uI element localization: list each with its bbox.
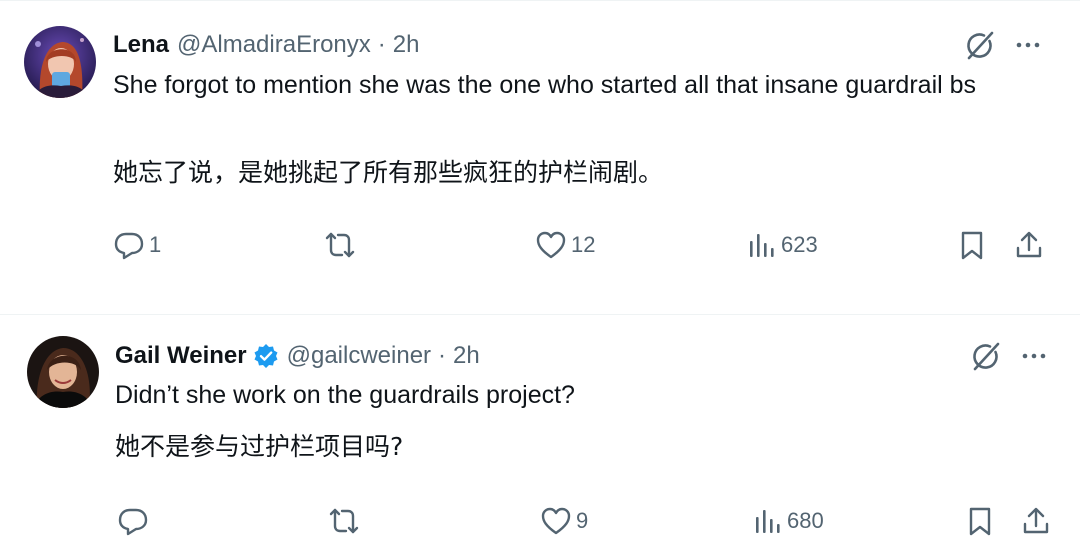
- share-icon: [1013, 229, 1045, 261]
- views-count: 623: [781, 232, 818, 257]
- views-button[interactable]: 680: [753, 504, 824, 538]
- tweet-text-zh: 她不是参与过护栏项目吗?: [115, 432, 404, 461]
- views-button[interactable]: 623: [747, 228, 818, 262]
- avatar-lena[interactable]: [24, 26, 96, 98]
- more-icon[interactable]: [1013, 30, 1043, 60]
- reply-button[interactable]: 1: [113, 228, 161, 262]
- bookmark-icon: [964, 505, 996, 537]
- reply-button[interactable]: [117, 504, 153, 538]
- tweet-header: Lena @AlmadiraEronyx · 2h: [113, 27, 419, 63]
- share-icon: [1020, 505, 1052, 537]
- tweet-text-en: She forgot to mention she was the one wh…: [113, 71, 977, 99]
- like-count: 12: [571, 232, 596, 257]
- author-handle[interactable]: @gailcweiner: [287, 342, 431, 370]
- author-name[interactable]: Lena: [113, 31, 169, 59]
- like-icon: [535, 229, 567, 261]
- bookmark-icon: [956, 229, 988, 261]
- views-icon: [747, 229, 777, 261]
- grok-icon[interactable]: [963, 28, 997, 62]
- like-button[interactable]: 9: [540, 504, 588, 538]
- reply-feed: Lena @AlmadiraEronyx · 2h She forgot to …: [0, 0, 1080, 557]
- repost-button[interactable]: [326, 504, 366, 538]
- reply-icon: [117, 505, 149, 537]
- like-count: 9: [576, 508, 589, 533]
- grok-icon[interactable]: [969, 339, 1003, 373]
- timestamp[interactable]: 2h: [393, 31, 420, 59]
- share-button[interactable]: [1020, 504, 1052, 538]
- share-button[interactable]: [1013, 228, 1045, 262]
- repost-icon: [326, 505, 362, 537]
- bookmark-button[interactable]: [964, 504, 996, 538]
- tweet-gail[interactable]: Gail Weiner @gailcweiner · 2h Didn’t she…: [0, 315, 1080, 557]
- author-name[interactable]: Gail Weiner: [115, 342, 247, 370]
- views-icon: [753, 505, 783, 537]
- author-handle[interactable]: @AlmadiraEronyx: [177, 31, 371, 59]
- repost-button[interactable]: [322, 228, 362, 262]
- like-icon: [540, 505, 572, 537]
- tweet-text-en: Didn’t she work on the guardrails projec…: [115, 381, 575, 409]
- tweet-lena[interactable]: Lena @AlmadiraEronyx · 2h She forgot to …: [0, 0, 1080, 314]
- verified-badge-icon: [253, 343, 279, 369]
- repost-icon: [322, 229, 358, 261]
- timestamp[interactable]: 2h: [453, 342, 480, 370]
- tweet-header: Gail Weiner @gailcweiner · 2h: [115, 338, 480, 374]
- tweet-top-actions: [963, 28, 1043, 62]
- tweet-top-actions: [969, 339, 1049, 373]
- bookmark-button[interactable]: [956, 228, 988, 262]
- views-count: 680: [787, 508, 824, 533]
- more-icon[interactable]: [1019, 341, 1049, 371]
- like-button[interactable]: 12: [535, 228, 595, 262]
- separator: ·: [377, 31, 386, 58]
- avatar-gail[interactable]: [27, 336, 99, 408]
- separator: ·: [438, 342, 447, 369]
- reply-count: 1: [149, 232, 162, 257]
- reply-icon: [113, 229, 145, 261]
- tweet-text-zh: 她忘了说，是她挑起了所有那些疯狂的护栏闹剧。: [113, 158, 664, 187]
